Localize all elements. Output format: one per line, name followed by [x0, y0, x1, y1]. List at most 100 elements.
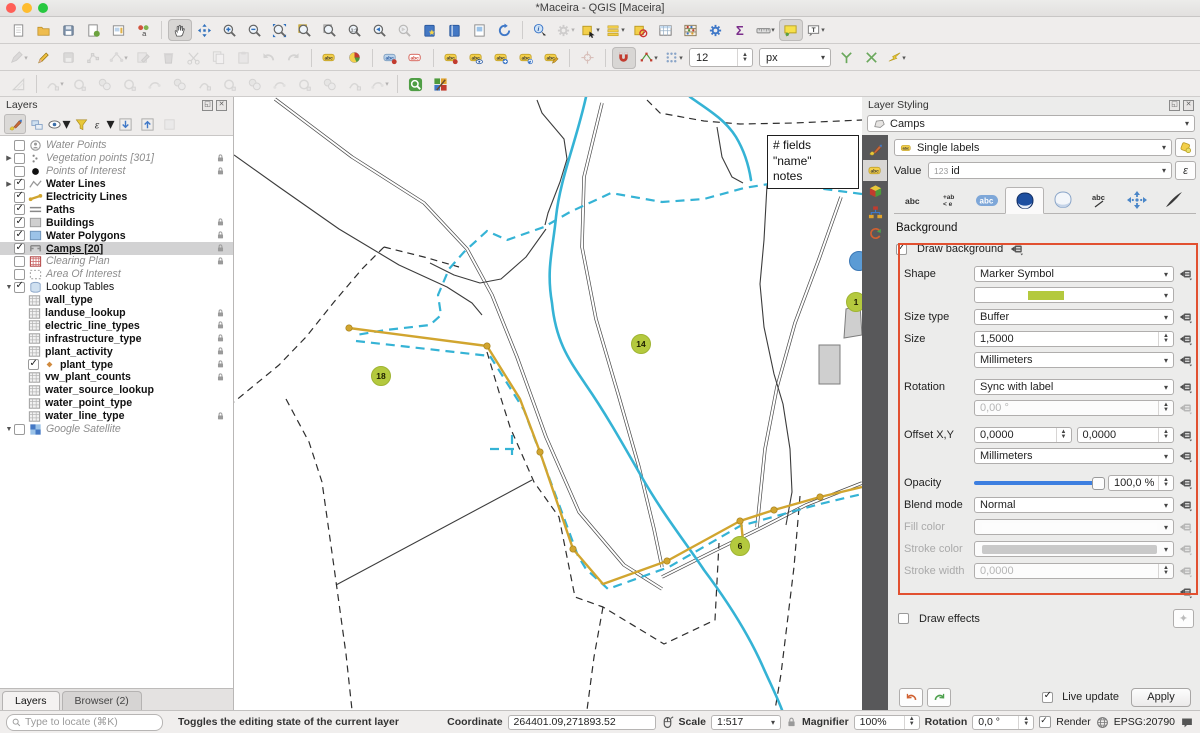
data-defined-override-icon[interactable] — [1178, 380, 1196, 394]
layer-visibility-checkbox[interactable] — [14, 204, 25, 215]
tab-shadow[interactable] — [1044, 187, 1081, 212]
stroke-color-picker[interactable]: ▾ — [974, 541, 1174, 557]
scale-combo[interactable]: 1:517▾ — [711, 715, 781, 730]
fill-color-picker[interactable]: ▾ — [974, 519, 1174, 535]
expander-icon[interactable]: ▶ — [4, 154, 14, 162]
data-defined-override-icon[interactable] — [1178, 267, 1196, 281]
processing-toolbox-button[interactable] — [704, 19, 728, 41]
data-defined-override-icon[interactable] — [1178, 520, 1196, 534]
automated-placement-settings-button[interactable] — [1175, 138, 1196, 157]
highlight-pinned-labels-button[interactable]: abc — [404, 47, 428, 69]
zoom-in-button[interactable] — [218, 19, 242, 41]
statistical-summary-button[interactable]: Σ — [729, 19, 753, 41]
size-unit-combo[interactable]: Millimeters▾ — [974, 352, 1174, 368]
tab-placement[interactable] — [1118, 187, 1155, 212]
new-bookmark-button[interactable] — [418, 19, 442, 41]
snap-on-intersection-button[interactable] — [860, 47, 884, 69]
enable-snapping-button[interactable] — [612, 47, 636, 69]
style-manager-button[interactable]: a — [132, 19, 156, 41]
layer-visibility-checkbox[interactable] — [14, 243, 25, 254]
zoom-to-selection-button[interactable] — [293, 19, 317, 41]
show-bookmarks-button[interactable] — [443, 19, 467, 41]
pan-map-button[interactable] — [168, 19, 192, 41]
layer-visibility-checkbox[interactable] — [14, 269, 25, 280]
expand-all-button[interactable] — [114, 114, 136, 134]
size-type-combo[interactable]: Buffer▾ — [974, 309, 1174, 325]
expander-icon[interactable]: ▼ — [4, 284, 14, 291]
tab-rendering[interactable] — [1155, 187, 1192, 212]
close-panel-icon[interactable]: ✕ — [1183, 100, 1194, 111]
styling-tab-history[interactable] — [863, 223, 887, 244]
filter-legend-button[interactable] — [70, 114, 92, 134]
opacity-spinbox[interactable]: 100,0 %▲▼ — [1108, 475, 1174, 491]
zoom-native-button[interactable]: 1:1 — [343, 19, 367, 41]
snapping-mode-button[interactable]: ▾ — [637, 47, 661, 69]
data-defined-override-icon[interactable] — [1178, 353, 1196, 367]
chevron-down-icon[interactable]: ▾ — [816, 53, 830, 62]
live-update-checkbox[interactable] — [1042, 692, 1053, 703]
open-attribute-table-button[interactable] — [654, 19, 678, 41]
zoom-last-button[interactable] — [368, 19, 392, 41]
crs-value[interactable]: EPSG:20790 — [1114, 716, 1175, 728]
filter-by-expression-button[interactable]: ε▾ — [92, 114, 114, 134]
rotation-angle-spinbox[interactable]: 0,00 °▲▼ — [974, 400, 1174, 416]
locate-search-input[interactable]: Type to locate (⌘K) — [6, 714, 163, 731]
snapping-unit[interactable]: px▾ — [759, 48, 831, 67]
data-defined-override-icon[interactable] — [1178, 449, 1196, 463]
effects-options-button[interactable]: ✦ — [1173, 609, 1194, 628]
new-map-view-button[interactable] — [468, 19, 492, 41]
coordinate-input[interactable]: 264401.09,271893.52 — [508, 715, 656, 730]
map-note-annotation[interactable]: # fields "name" notes — [767, 135, 859, 189]
save-project-button[interactable] — [57, 19, 81, 41]
zoom-out-button[interactable] — [243, 19, 267, 41]
self-snapping-button[interactable]: ▾ — [662, 47, 686, 69]
dock-tab-browser-2-[interactable]: Browser (2) — [62, 691, 142, 710]
render-checkbox[interactable] — [1039, 716, 1051, 728]
apply-button[interactable]: Apply — [1131, 688, 1191, 707]
draw-background-checkbox[interactable] — [896, 244, 907, 255]
expander-icon[interactable]: ▼ — [4, 426, 14, 433]
layer-visibility-checkbox[interactable] — [14, 179, 25, 190]
data-defined-override-icon[interactable] — [1178, 310, 1196, 324]
measure-button[interactable]: ▾ — [754, 19, 778, 41]
data-defined-override-icon[interactable] — [1178, 564, 1196, 578]
draw-effects-checkbox[interactable] — [898, 613, 909, 624]
tab-buffer[interactable]: abc — [968, 187, 1005, 212]
opacity-slider[interactable] — [974, 475, 1103, 491]
offset-unit-combo[interactable]: Millimeters▾ — [974, 448, 1174, 464]
select-by-value-button[interactable]: ▾ — [604, 19, 628, 41]
dock-tab-layers[interactable]: Layers — [2, 691, 60, 710]
label-value-combo[interactable]: 123 id ▾ — [928, 162, 1172, 179]
pin-unpin-labels-button[interactable]: abc — [379, 47, 403, 69]
data-defined-override-icon[interactable] — [1178, 428, 1196, 442]
tab-background[interactable] — [1005, 187, 1044, 214]
new-print-layout-button[interactable] — [82, 19, 106, 41]
map-canvas[interactable]: 181461 # fields "name" notes — [234, 97, 863, 710]
styling-tab-3d-view[interactable] — [863, 181, 887, 202]
expression-builder-button[interactable]: ε — [1175, 161, 1196, 180]
float-panel-icon[interactable]: ◱ — [202, 100, 213, 111]
data-defined-override-icon[interactable] — [1178, 476, 1196, 490]
tab-callouts[interactable]: abc — [1081, 187, 1118, 212]
identify-features-button[interactable]: i — [529, 19, 553, 41]
offset-xy-x-spinbox[interactable]: 0,0000▲▼ — [974, 427, 1072, 443]
layer-visibility-checkbox[interactable] — [14, 256, 25, 267]
rotate-label-button[interactable]: abc — [515, 47, 539, 69]
toggle-editing-button[interactable] — [32, 47, 56, 69]
topological-editing-button[interactable] — [835, 47, 859, 69]
map-tips-button[interactable] — [779, 19, 803, 41]
size-spinbox[interactable]: 1,5000▲▼ — [974, 331, 1174, 347]
rotation-combo[interactable]: Sync with label▾ — [974, 379, 1174, 395]
data-defined-override-icon[interactable] — [1178, 542, 1196, 556]
undo-style-button[interactable] — [899, 688, 923, 707]
layer-visibility-checkbox[interactable] — [14, 217, 25, 228]
resource-sharing-button[interactable] — [429, 73, 453, 95]
open-layer-styling-button[interactable] — [4, 114, 26, 134]
collapse-all-button[interactable] — [136, 114, 158, 134]
styling-tab-labels[interactable]: abc — [863, 160, 887, 181]
layer-visibility-checkbox[interactable] — [28, 359, 39, 370]
data-defined-override-icon[interactable] — [1178, 332, 1196, 346]
data-defined-override-icon[interactable] — [1178, 498, 1196, 512]
blend-mode-combo[interactable]: Normal▾ — [974, 497, 1174, 513]
messages-icon[interactable] — [1180, 716, 1194, 729]
